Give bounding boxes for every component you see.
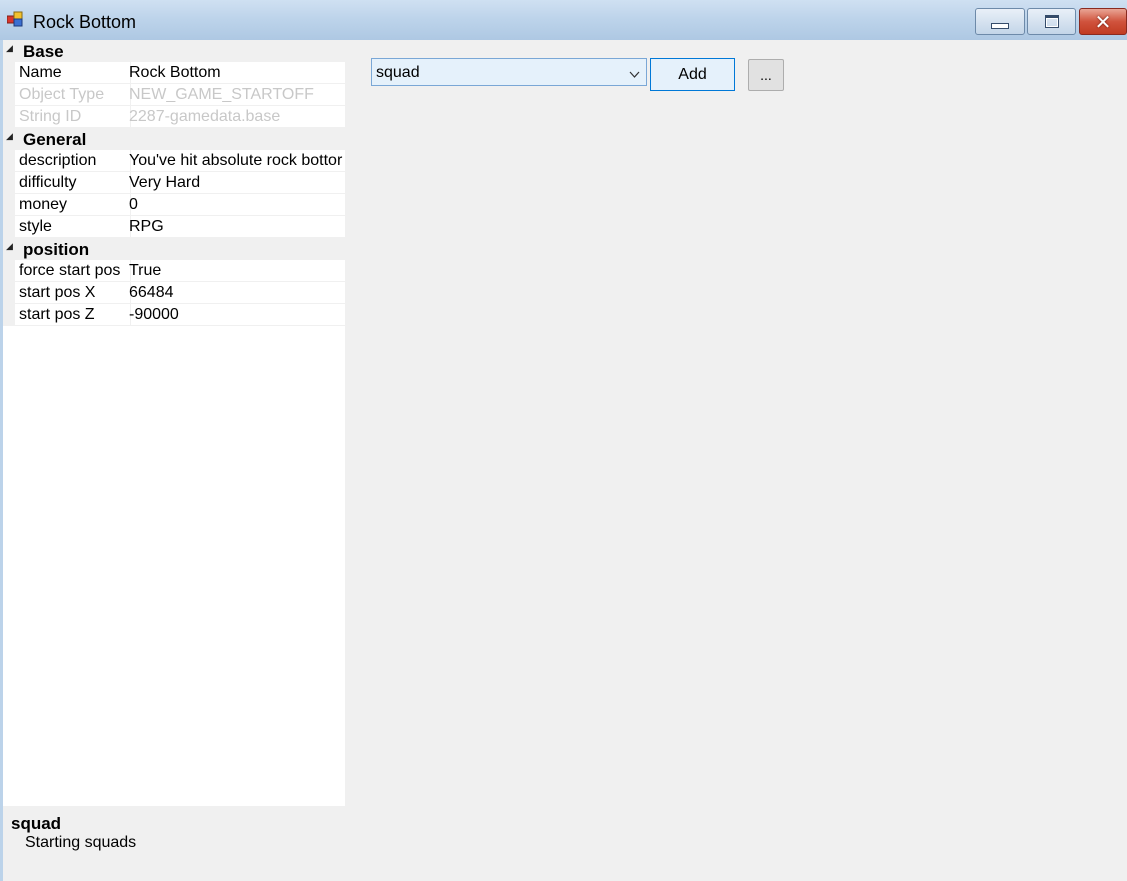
property-value[interactable]: 0: [127, 194, 347, 216]
property-row[interactable]: start pos Z -90000: [3, 304, 347, 326]
property-name[interactable]: force start pos: [15, 260, 131, 282]
property-name[interactable]: start pos Z: [15, 304, 131, 326]
property-row[interactable]: difficulty Very Hard: [3, 172, 347, 194]
description-title: squad: [11, 814, 62, 833]
row-gutter: [3, 282, 15, 304]
collapse-arrow-icon[interactable]: ◢: [6, 44, 13, 54]
category-general[interactable]: ◢ General: [3, 128, 345, 150]
property-value[interactable]: True: [127, 260, 347, 282]
property-value[interactable]: 66484: [127, 282, 347, 304]
property-name[interactable]: money: [15, 194, 131, 216]
property-value[interactable]: Rock Bottom: [127, 62, 347, 84]
property-value[interactable]: Very Hard: [127, 172, 347, 194]
row-gutter: [3, 106, 15, 128]
combo-selected-value: squad: [376, 64, 420, 81]
property-name[interactable]: start pos X: [15, 282, 131, 304]
more-button[interactable]: ...: [748, 59, 784, 91]
close-button[interactable]: ✕: [1079, 8, 1127, 35]
row-gutter: [3, 84, 15, 106]
chevron-down-icon[interactable]: [629, 66, 640, 78]
description-text: Starting squads: [25, 834, 137, 851]
category-label: position: [23, 240, 90, 259]
property-value[interactable]: -90000: [127, 304, 347, 326]
collapse-arrow-icon[interactable]: ◢: [6, 132, 13, 142]
property-value[interactable]: 2287-gamedata.base: [127, 106, 347, 128]
category-position[interactable]: ◢ position: [3, 238, 345, 260]
property-row[interactable]: Object Type NEW_GAME_STARTOFF: [3, 84, 347, 106]
add-button[interactable]: Add: [650, 58, 735, 91]
row-gutter: [3, 260, 15, 282]
property-value[interactable]: You've hit absolute rock bottor: [127, 150, 347, 172]
property-row[interactable]: money 0: [3, 194, 347, 216]
property-row[interactable]: description You've hit absolute rock bott…: [3, 150, 347, 172]
property-row[interactable]: start pos X 66484: [3, 282, 347, 304]
collapse-arrow-icon[interactable]: ◢: [6, 242, 13, 252]
property-name[interactable]: Object Type: [15, 84, 131, 106]
close-icon: ✕: [1094, 9, 1112, 34]
title-bar[interactable]: Rock Bottom ✕: [0, 0, 1127, 40]
row-gutter: [3, 172, 15, 194]
property-value[interactable]: RPG: [127, 216, 347, 238]
row-gutter: [3, 216, 15, 238]
row-gutter: [3, 62, 15, 84]
window-title: Rock Bottom: [33, 12, 137, 32]
type-combo-box[interactable]: squad: [371, 58, 647, 86]
property-name[interactable]: style: [15, 216, 131, 238]
app-window-icon[interactable]: [6, 11, 27, 27]
property-name[interactable]: difficulty: [15, 172, 131, 194]
property-name[interactable]: Name: [15, 62, 131, 84]
category-label: Base: [23, 42, 64, 61]
row-gutter: [3, 194, 15, 216]
row-gutter: [3, 304, 15, 326]
property-row[interactable]: String ID 2287-gamedata.base: [3, 106, 347, 128]
row-gutter: [3, 150, 15, 172]
maximize-icon: [1044, 15, 1059, 28]
minimize-icon: [991, 22, 1009, 29]
property-value[interactable]: NEW_GAME_STARTOFF: [127, 84, 347, 106]
category-label: General: [23, 130, 87, 149]
maximize-button[interactable]: [1027, 8, 1076, 35]
property-name[interactable]: String ID: [15, 106, 131, 128]
property-row[interactable]: Name Rock Bottom: [3, 62, 347, 84]
minimize-button[interactable]: [975, 8, 1025, 35]
property-row[interactable]: force start pos True: [3, 260, 347, 282]
property-row[interactable]: style RPG: [3, 216, 347, 238]
category-base[interactable]: ◢ Base: [3, 40, 345, 62]
property-grid[interactable]: ◢ Base Name Rock Bottom Object Type NEW_GAME_…: [3, 40, 347, 806]
property-name[interactable]: description: [15, 150, 131, 172]
